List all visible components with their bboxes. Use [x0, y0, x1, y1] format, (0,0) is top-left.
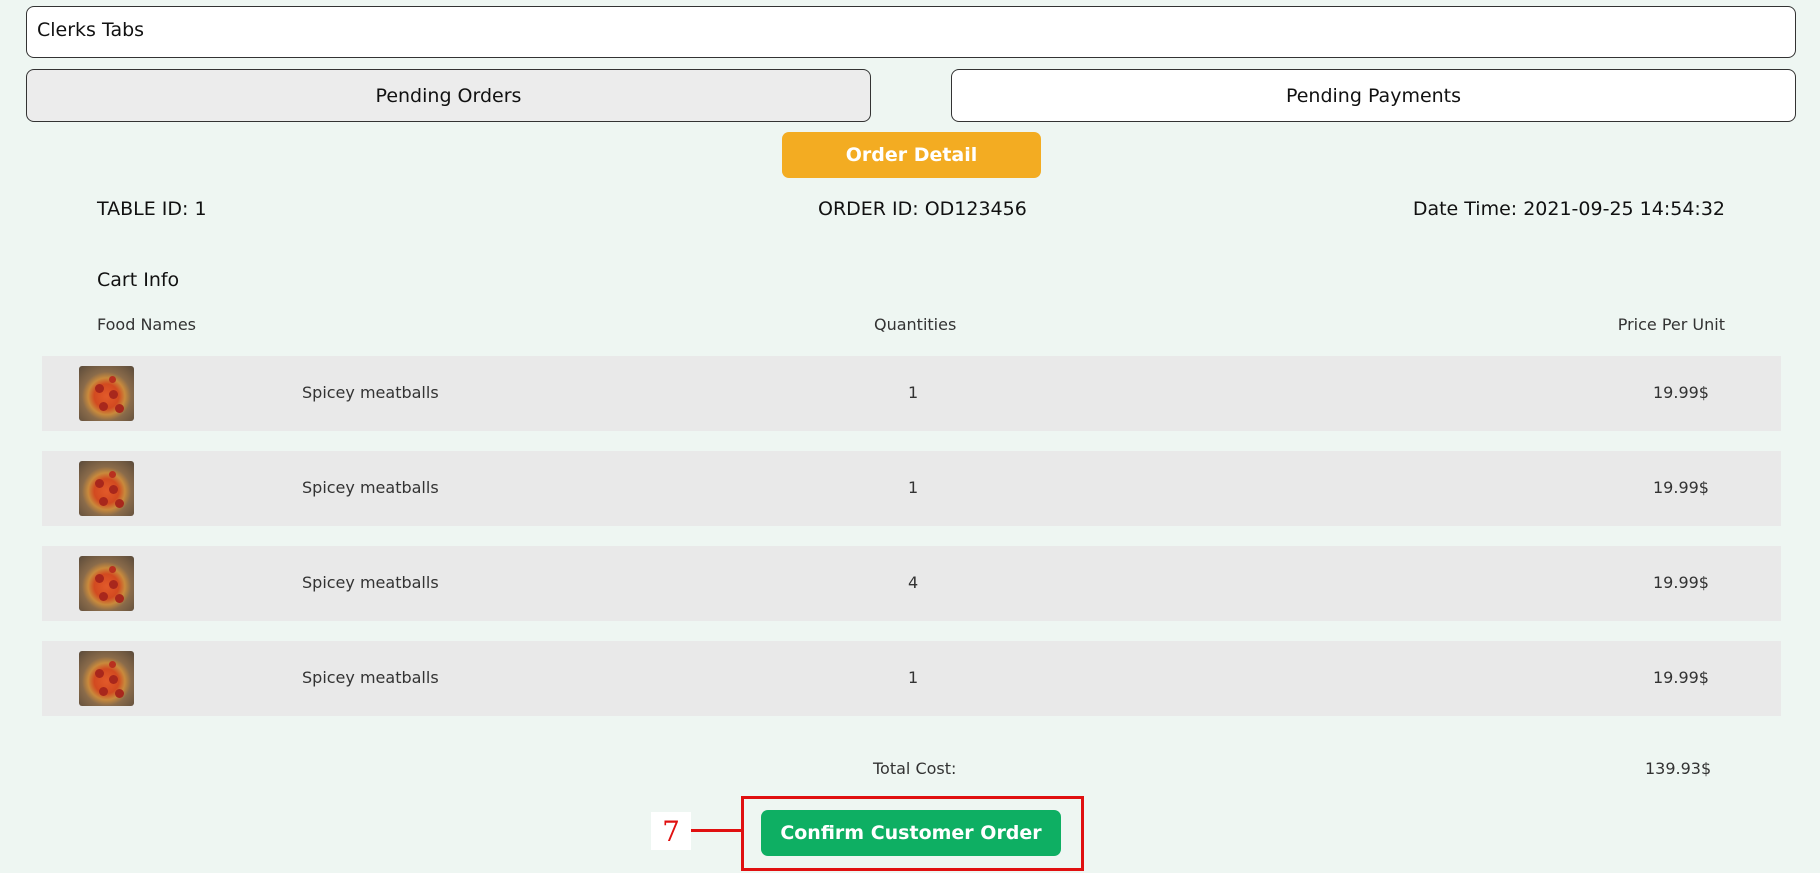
- tab-pending-payments[interactable]: Pending Payments: [951, 69, 1796, 122]
- cart-item-row: Spicey meatballs 4 19.99$: [42, 546, 1781, 621]
- food-price: 19.99$: [1653, 668, 1709, 687]
- food-quantity: 4: [908, 573, 919, 592]
- food-name: Spicey meatballs: [302, 383, 439, 402]
- confirm-customer-order-button[interactable]: Confirm Customer Order: [761, 810, 1061, 856]
- clerks-tabs-header: Clerks Tabs: [26, 6, 1796, 58]
- tab-pending-orders-label: Pending Orders: [375, 84, 522, 107]
- cart-item-row: Spicey meatballs 1 19.99$: [42, 451, 1781, 526]
- confirm-customer-order-label: Confirm Customer Order: [780, 822, 1042, 844]
- pizza-image: [79, 461, 134, 516]
- header-title: Clerks Tabs: [37, 19, 145, 41]
- total-cost-value: 139.93$: [1645, 759, 1712, 778]
- total-cost-label: Total Cost:: [873, 759, 957, 778]
- annotation-label: 7: [651, 812, 691, 850]
- food-price: 19.99$: [1653, 478, 1709, 497]
- column-header-quantities: Quantities: [874, 315, 957, 334]
- food-name: Spicey meatballs: [302, 573, 439, 592]
- annotation-connector-line: [691, 829, 741, 832]
- pizza-image: [79, 651, 134, 706]
- food-quantity: 1: [908, 478, 919, 497]
- cart-item-row: Spicey meatballs 1 19.99$: [42, 641, 1781, 716]
- date-time: Date Time: 2021-09-25 14:54:32: [1412, 198, 1725, 220]
- column-header-price-per-unit: Price Per Unit: [1617, 315, 1725, 334]
- order-detail-label: Order Detail: [845, 144, 978, 166]
- cart-info-title: Cart Info: [97, 269, 180, 291]
- food-quantity: 1: [908, 383, 919, 402]
- tab-pending-payments-label: Pending Payments: [1285, 84, 1462, 107]
- pizza-image: [79, 556, 134, 611]
- cart-item-row: Spicey meatballs 1 19.99$: [42, 356, 1781, 431]
- table-id: TABLE ID: 1: [97, 198, 207, 220]
- food-name: Spicey meatballs: [302, 668, 439, 687]
- order-detail-button[interactable]: Order Detail: [782, 132, 1041, 178]
- order-id: ORDER ID: OD123456: [818, 198, 1027, 220]
- food-name: Spicey meatballs: [302, 478, 439, 497]
- food-price: 19.99$: [1653, 383, 1709, 402]
- food-quantity: 1: [908, 668, 919, 687]
- tab-pending-orders[interactable]: Pending Orders: [26, 69, 871, 122]
- column-header-food-names: Food Names: [97, 315, 196, 334]
- pizza-image: [79, 366, 134, 421]
- food-price: 19.99$: [1653, 573, 1709, 592]
